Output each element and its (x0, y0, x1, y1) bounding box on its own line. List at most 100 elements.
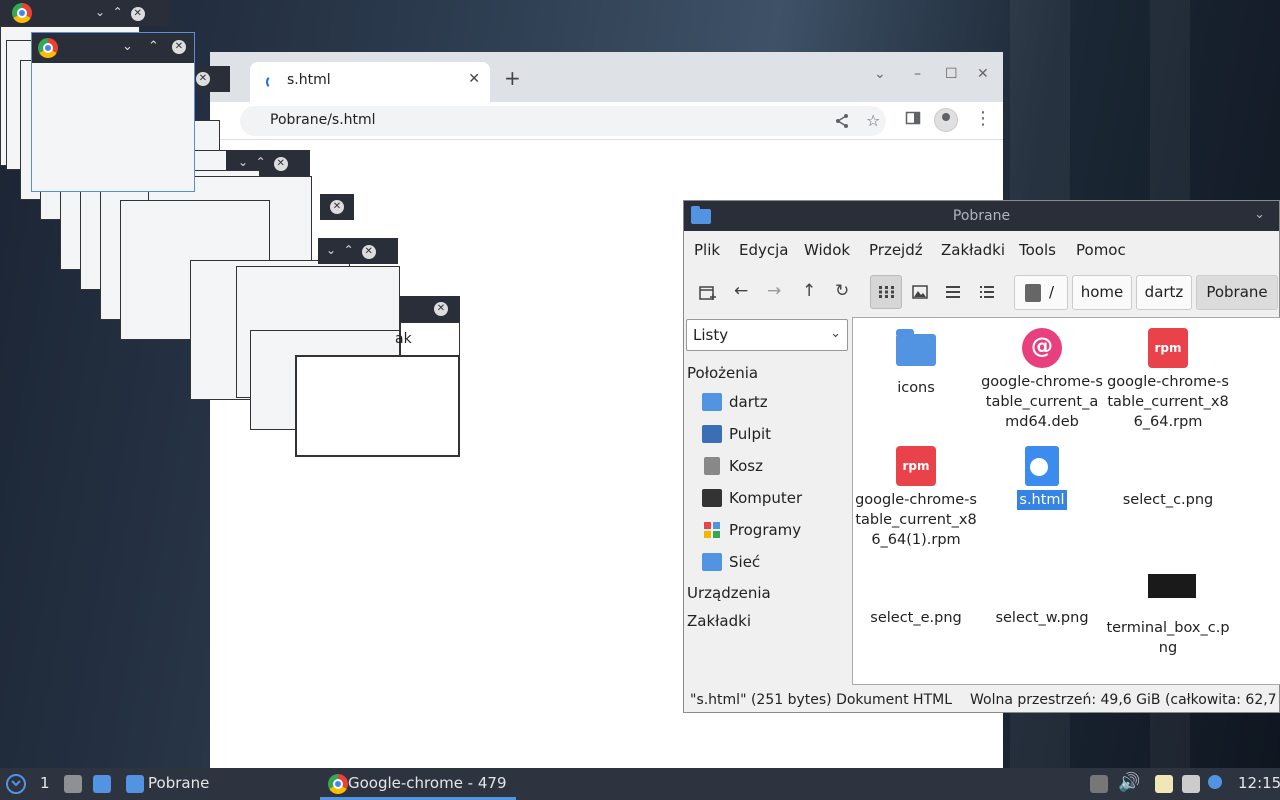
html-file-icon (1025, 446, 1059, 486)
menu-zakladki[interactable]: Zakładki (941, 241, 1005, 259)
new-tab-button[interactable]: + (504, 66, 521, 90)
folder-icon (896, 334, 936, 366)
breadcrumb-home[interactable]: home (1072, 275, 1132, 310)
tray-package-icon[interactable] (1090, 775, 1108, 793)
chrome-toolbar: Pobrane/s.html ☆ ⋮ (210, 102, 1003, 140)
desktop-launcher-icon[interactable] (93, 775, 111, 793)
place-siec[interactable]: Sieć (702, 549, 852, 577)
taskbar-app-chrome[interactable]: Google-chrome - 479 ... (320, 768, 516, 800)
chevron-down-icon[interactable]: ⌄ (1254, 207, 1265, 222)
breadcrumb-root[interactable]: / (1014, 275, 1068, 310)
place-programy[interactable]: Programy (702, 517, 852, 545)
image-file-icon (1022, 564, 1062, 604)
file-name: google-chrome-stable_current_amd64.deb (981, 374, 1103, 430)
icon-view-button[interactable] (870, 275, 902, 309)
address-bar[interactable]: Pobrane/s.html ☆ (240, 106, 886, 136)
share-icon[interactable] (834, 113, 850, 129)
ghost-titlebar: ⌄ ⌃ ✕ (318, 238, 398, 264)
file-item[interactable]: rpm google-chrome-stable_current_x86_64(… (853, 446, 979, 550)
rpm-package-icon: rpm (896, 446, 936, 486)
profile-avatar-icon[interactable] (934, 108, 958, 132)
mini-expand-icon[interactable]: ⌃ (148, 39, 159, 54)
bookmarks-heading[interactable]: Zakładki (687, 612, 751, 630)
applications-icon (704, 522, 720, 538)
notification-icon[interactable] (1208, 775, 1222, 789)
side-mode-select[interactable]: Listy ⌄ (686, 319, 848, 351)
volume-icon[interactable]: 🔊 (1118, 772, 1140, 793)
menu-plik[interactable]: Plik (694, 241, 720, 259)
menu-tools[interactable]: Tools (1019, 241, 1056, 259)
file-item[interactable]: select_w.png (979, 564, 1105, 628)
file-name: google-chrome-stable_current_x86_64.rpm (1107, 374, 1229, 430)
mini-close-icon[interactable]: ✕ (172, 40, 186, 54)
place-pulpit[interactable]: Pulpit (702, 421, 852, 449)
tab-close-icon[interactable]: ✕ (468, 71, 480, 87)
tab-search-icon[interactable]: ⌄ (874, 66, 886, 82)
menu-edycja[interactable]: Edycja (739, 241, 788, 259)
chrome-logo-icon (38, 38, 58, 58)
new-tab-icon[interactable] (699, 284, 717, 300)
place-dartz[interactable]: dartz (702, 389, 852, 417)
file-item-selected[interactable]: s.html (979, 446, 1105, 510)
reload-icon[interactable]: ↻ (835, 281, 849, 301)
fm-window-title: Pobrane (952, 208, 1011, 224)
places-heading: Położenia (687, 364, 759, 382)
menu-dots-icon[interactable]: ⋮ (974, 108, 992, 129)
ghost-titlebar: ⌄ ⌃ ✕ (0, 0, 170, 26)
ghost-window: ak (395, 322, 460, 356)
clipboard-icon[interactable] (1155, 775, 1173, 793)
devices-heading[interactable]: Urządzenia (687, 584, 771, 602)
menu-pomoc[interactable]: Pomoc (1076, 241, 1126, 259)
file-item[interactable]: terminal_box_c.png (1105, 564, 1231, 658)
file-item[interactable]: select_c.png (1105, 446, 1231, 510)
image-file-icon (1148, 446, 1188, 486)
ghost-window (295, 355, 460, 457)
breadcrumb-dartz[interactable]: dartz (1136, 275, 1192, 310)
fm-side-panel: Listy ⌄ Położenia dartz Pulpit Kosz Komp… (684, 317, 852, 689)
clock[interactable]: 12:15 (1238, 774, 1280, 792)
taskbar-app-pobrane[interactable]: Pobrane (120, 768, 320, 800)
up-icon[interactable]: ↑ (802, 281, 816, 301)
rpm-package-icon: rpm (1148, 328, 1188, 368)
maximize-button[interactable]: ☐ (945, 66, 958, 82)
image-file-icon (896, 564, 936, 604)
fm-titlebar: Pobrane ⌄ (684, 201, 1279, 231)
address-text[interactable]: Pobrane/s.html (270, 112, 376, 128)
cascade-fragment-text: ak (395, 331, 412, 347)
forward-icon[interactable]: → (767, 281, 781, 301)
file-item[interactable]: icons (853, 328, 979, 398)
list-view-icon[interactable] (980, 286, 994, 298)
fm-statusbar: "s.html" (251 bytes) Dokument HTML Wolna… (684, 689, 1280, 713)
file-item[interactable]: google-chrome-stable_current_amd64.deb (979, 328, 1105, 432)
drive-icon (1025, 284, 1041, 302)
mini-chrome-window[interactable]: ⌄ ⌃ ✕ (31, 32, 195, 192)
workspace-indicator[interactable]: 1 (40, 774, 50, 792)
file-manager-window: Pobrane ⌄ Plik Edycja Widok Przejdź Zakł… (683, 200, 1280, 713)
computer-icon (702, 489, 722, 507)
file-name: select_w.png (995, 610, 1089, 626)
menu-widok[interactable]: Widok (804, 241, 850, 259)
star-icon[interactable]: ☆ (866, 111, 880, 130)
start-menu-icon[interactable] (6, 774, 26, 794)
file-manager-launcher-icon[interactable] (64, 775, 82, 793)
chrome-tab[interactable]: s.html ✕ (250, 62, 490, 102)
side-panel-icon[interactable] (905, 110, 921, 126)
breadcrumb-pobrane[interactable]: Pobrane (1196, 275, 1278, 310)
status-selection: "s.html" (251 bytes) Dokument HTML (690, 692, 952, 708)
folder-icon (126, 775, 144, 793)
place-komputer[interactable]: Komputer (702, 485, 852, 513)
place-kosz[interactable]: Kosz (702, 453, 852, 481)
menu-przejdz[interactable]: Przejdź (869, 241, 923, 259)
file-item[interactable]: select_e.png (853, 564, 979, 628)
file-item[interactable]: rpm google-chrome-stable_current_x86_64.… (1105, 328, 1231, 432)
file-name: select_e.png (870, 610, 962, 626)
thumbnail-view-icon[interactable] (912, 285, 928, 299)
network-tray-icon[interactable] (1182, 775, 1200, 793)
close-button[interactable]: ✕ (977, 66, 989, 82)
chrome-logo-icon (12, 3, 32, 23)
back-icon[interactable]: ← (734, 281, 748, 301)
desktop-icon (702, 425, 722, 443)
minimize-button[interactable]: – (914, 66, 921, 82)
mini-collapse-icon[interactable]: ⌄ (122, 39, 133, 54)
compact-view-icon[interactable] (946, 286, 960, 298)
